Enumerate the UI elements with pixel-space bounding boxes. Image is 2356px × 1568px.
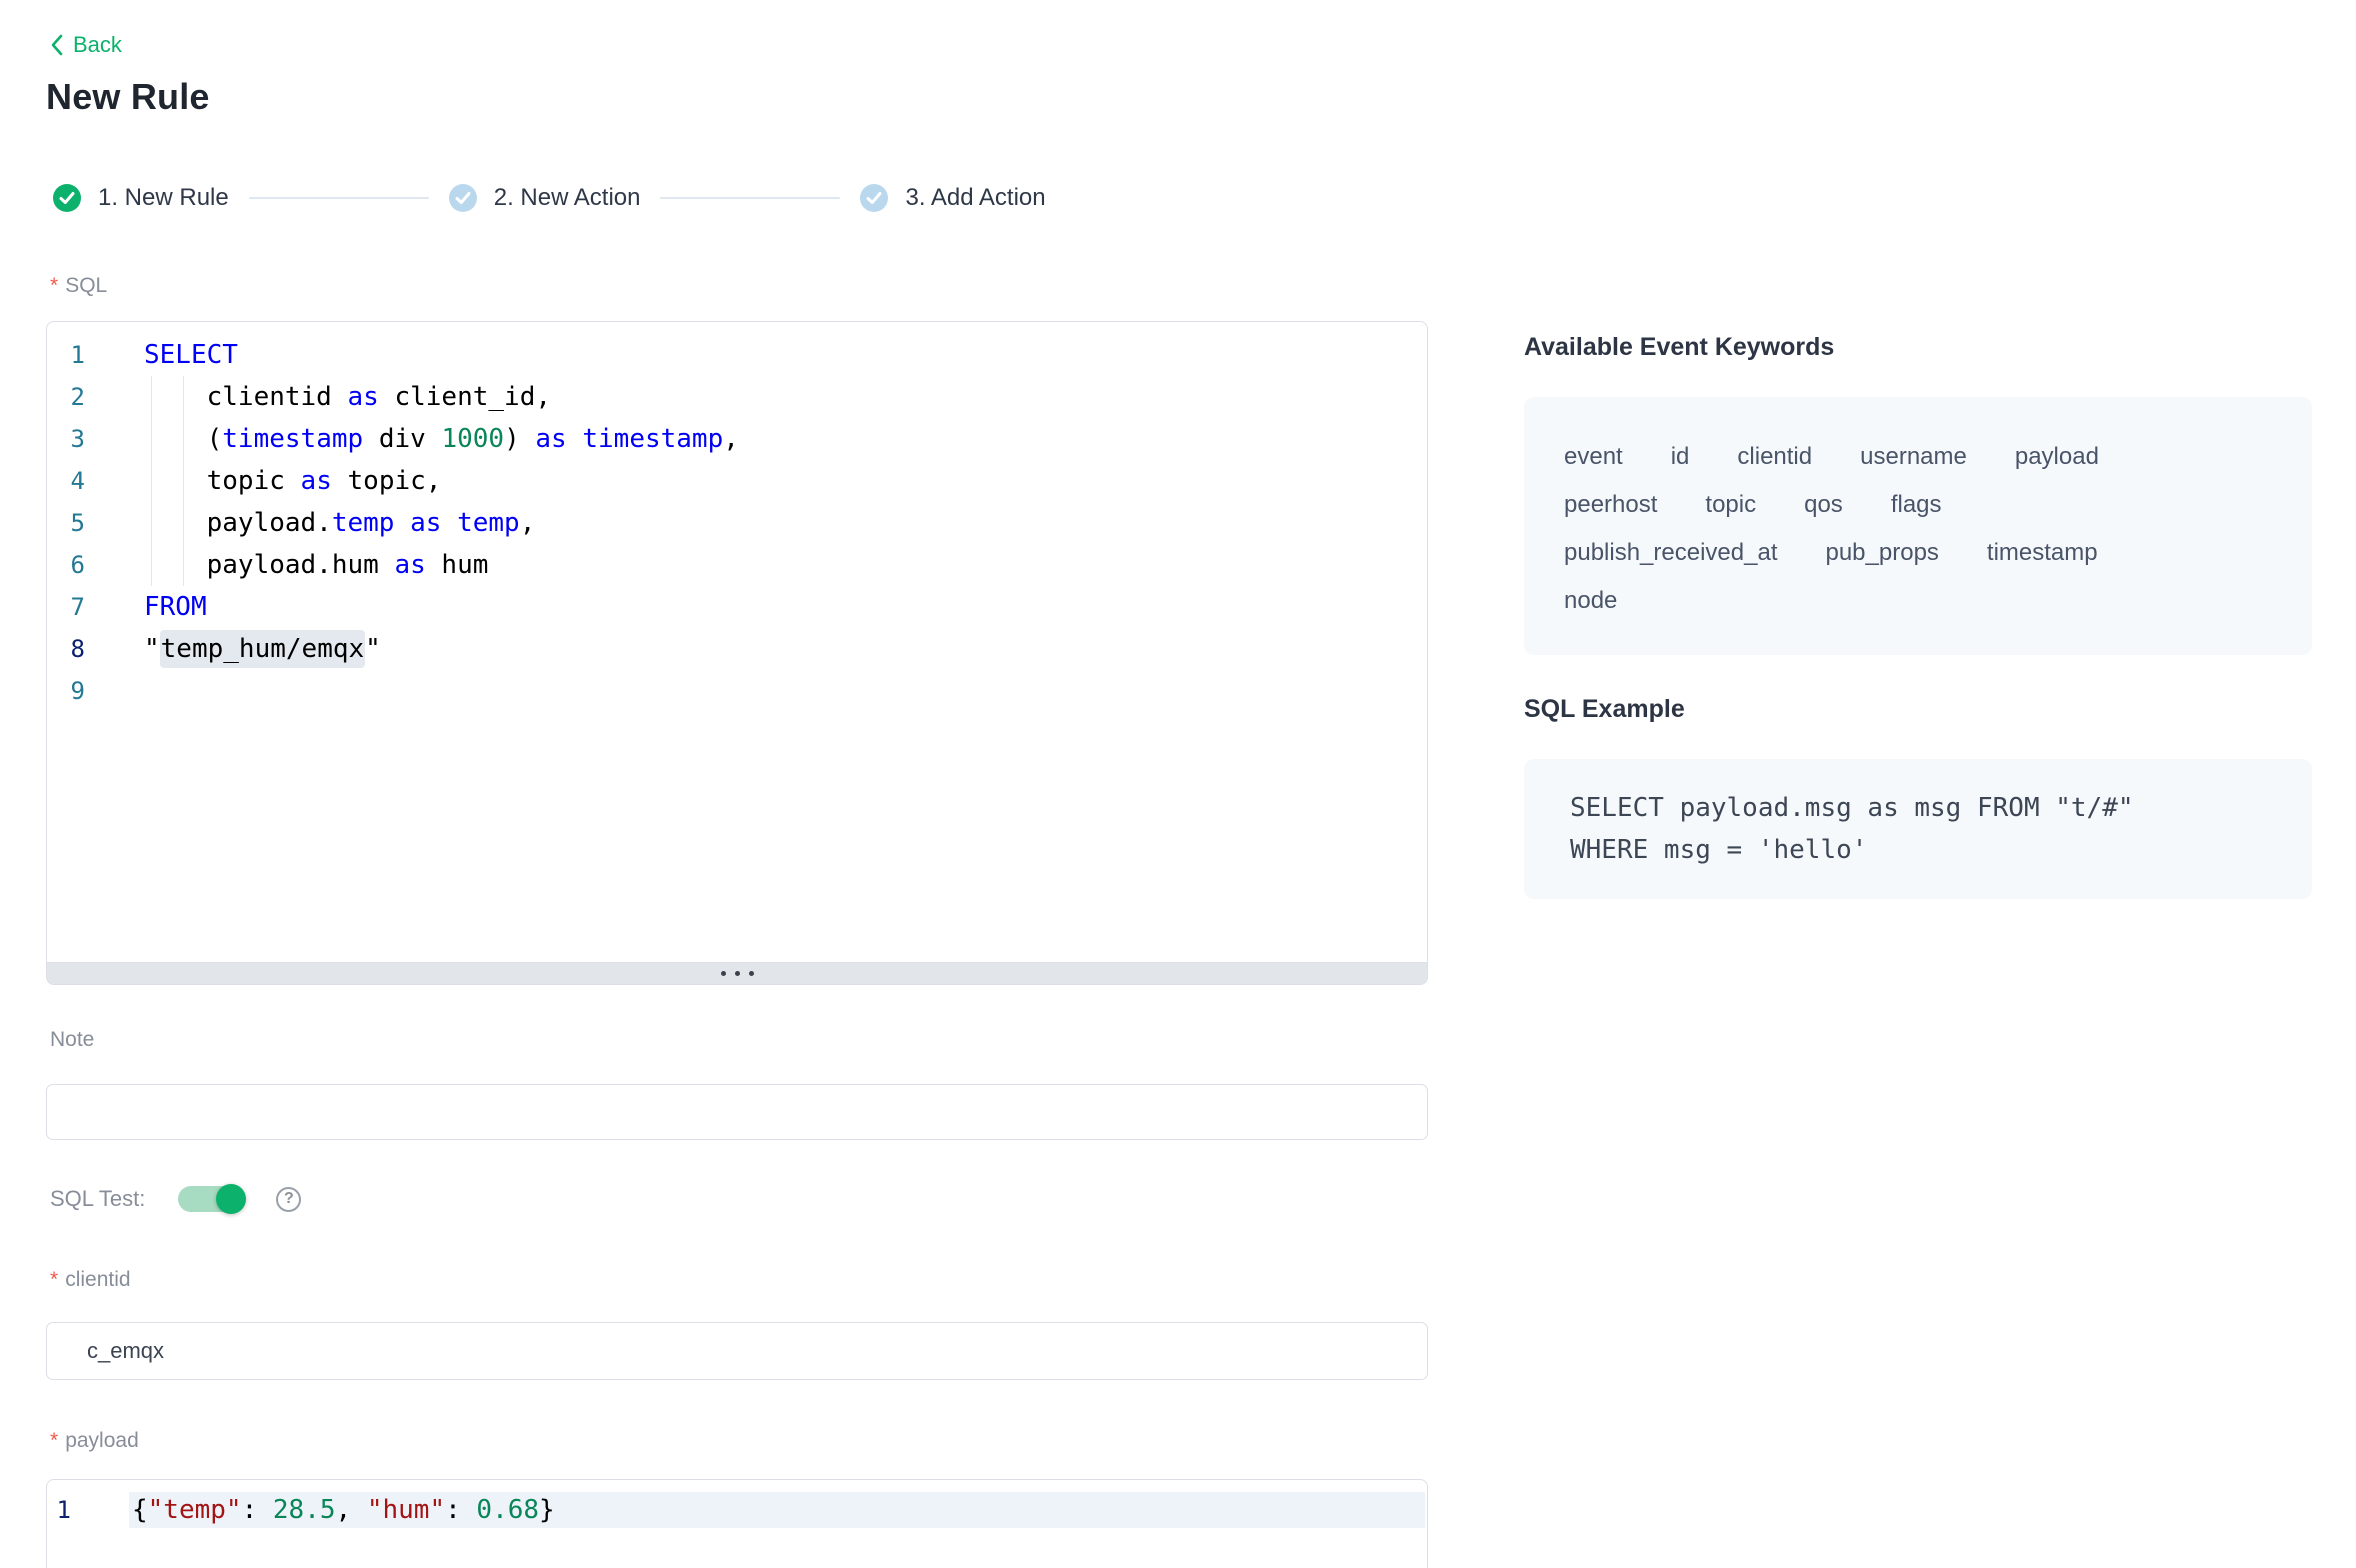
step-check-icon xyxy=(53,184,81,212)
event-keyword: peerhost xyxy=(1564,481,1657,529)
sql-example-title: SQL Example xyxy=(1524,695,1685,724)
code-line: 3 (timestamp div 1000) as timestamp, xyxy=(47,418,1427,460)
steps: 1. New Rule 2. New Action 3. Add Action xyxy=(53,184,1046,212)
sql-editor-resize-handle[interactable] xyxy=(46,963,1428,985)
sql-example-line: WHERE msg = 'hello' xyxy=(1570,829,2266,871)
keywords-title: Available Event Keywords xyxy=(1524,333,1834,362)
step-label: 2. New Action xyxy=(494,184,641,212)
code-line: 5 payload.temp as temp, xyxy=(47,502,1427,544)
event-keyword: node xyxy=(1564,577,1617,625)
line-number: 9 xyxy=(47,670,99,712)
step-item[interactable]: 1. New Rule xyxy=(53,184,229,212)
payload-editor[interactable]: 1{"temp": 28.5, "hum": 0.68} xyxy=(46,1479,1428,1568)
keyword-row: node xyxy=(1564,577,2272,625)
keyword-row: eventid clientid username payload xyxy=(1564,433,2272,481)
event-keyword: event xyxy=(1564,433,1623,481)
sql-editor-body[interactable]: 1SELECT2 clientid as client_id,3 (timest… xyxy=(46,321,1428,963)
step-label: 1. New Rule xyxy=(98,184,229,212)
code-line: 2 clientid as client_id, xyxy=(47,376,1427,418)
payload-field-label: *payload xyxy=(50,1429,139,1453)
note-input[interactable] xyxy=(46,1084,1428,1140)
event-keyword: timestamp xyxy=(1987,529,2098,577)
keyword-row: publish_received_at pub_props timestamp xyxy=(1564,529,2272,577)
step-label: 3. Add Action xyxy=(905,184,1045,212)
event-keyword: qos xyxy=(1804,481,1843,529)
step-item[interactable]: 3. Add Action xyxy=(860,184,1045,212)
line-number: 1 xyxy=(47,334,99,376)
page-title: New Rule xyxy=(46,76,210,118)
toggle-knob xyxy=(216,1184,246,1214)
line-number: 1 xyxy=(47,1492,84,1528)
required-asterisk: * xyxy=(50,274,58,297)
keyword-row: peerhost topic qos flags xyxy=(1564,481,2272,529)
event-keyword: id xyxy=(1671,433,1690,481)
sql-editor[interactable]: 1SELECT2 clientid as client_id,3 (timest… xyxy=(46,321,1428,985)
event-keyword: flags xyxy=(1891,481,1942,529)
code-line: 1{"temp": 28.5, "hum": 0.68} xyxy=(47,1492,1427,1528)
sql-editor-content: 1SELECT2 clientid as client_id,3 (timest… xyxy=(47,322,1427,712)
sql-example-line: SELECT payload.msg as msg FROM "t/#" xyxy=(1570,787,2266,829)
back-link[interactable]: Back xyxy=(50,32,122,58)
event-keyword: payload xyxy=(2015,433,2099,481)
sql-test-toggle[interactable] xyxy=(178,1186,244,1212)
line-number: 7 xyxy=(47,586,99,628)
line-number: 5 xyxy=(47,502,99,544)
keywords-box: eventid clientid username payload peerhost to… xyxy=(1524,397,2312,655)
event-keyword: pub_props xyxy=(1825,529,1938,577)
code-line: 9 xyxy=(47,670,1427,712)
event-keyword: username xyxy=(1860,433,1967,481)
line-number: 8 xyxy=(47,628,99,670)
sql-test-row: SQL Test: ? xyxy=(50,1186,301,1212)
clientid-field-label: *clientid xyxy=(50,1268,131,1292)
line-number: 3 xyxy=(47,418,99,460)
event-keyword: clientid xyxy=(1737,433,1812,481)
line-number: 6 xyxy=(47,544,99,586)
code-line: 6 payload.hum as hum xyxy=(47,544,1427,586)
payload-editor-body[interactable]: 1{"temp": 28.5, "hum": 0.68} xyxy=(46,1479,1428,1568)
help-icon[interactable]: ? xyxy=(276,1187,301,1212)
sql-field-label: *SQL xyxy=(50,274,107,298)
step-item[interactable]: 2. New Action xyxy=(449,184,641,212)
sql-test-label: SQL Test: xyxy=(50,1186,145,1212)
payload-editor-content: 1{"temp": 28.5, "hum": 0.68} xyxy=(47,1480,1427,1528)
step-connector xyxy=(249,197,429,199)
code-line: 7FROM xyxy=(47,586,1427,628)
step-connector xyxy=(660,197,840,199)
line-number: 4 xyxy=(47,460,99,502)
event-keyword: publish_received_at xyxy=(1564,529,1777,577)
back-label: Back xyxy=(73,32,122,58)
chevron-left-icon xyxy=(50,34,63,56)
note-field-label: Note xyxy=(50,1028,94,1052)
code-line: 1SELECT xyxy=(47,334,1427,376)
step-check-icon xyxy=(449,184,477,212)
line-number: 2 xyxy=(47,376,99,418)
event-keyword: topic xyxy=(1705,481,1756,529)
step-check-icon xyxy=(860,184,888,212)
clientid-input[interactable] xyxy=(46,1322,1428,1380)
code-line: 4 topic as topic, xyxy=(47,460,1427,502)
code-line: 8"temp_hum/emqx" xyxy=(47,628,1427,670)
sql-example-box: SELECT payload.msg as msg FROM "t/#"WHER… xyxy=(1524,759,2312,899)
